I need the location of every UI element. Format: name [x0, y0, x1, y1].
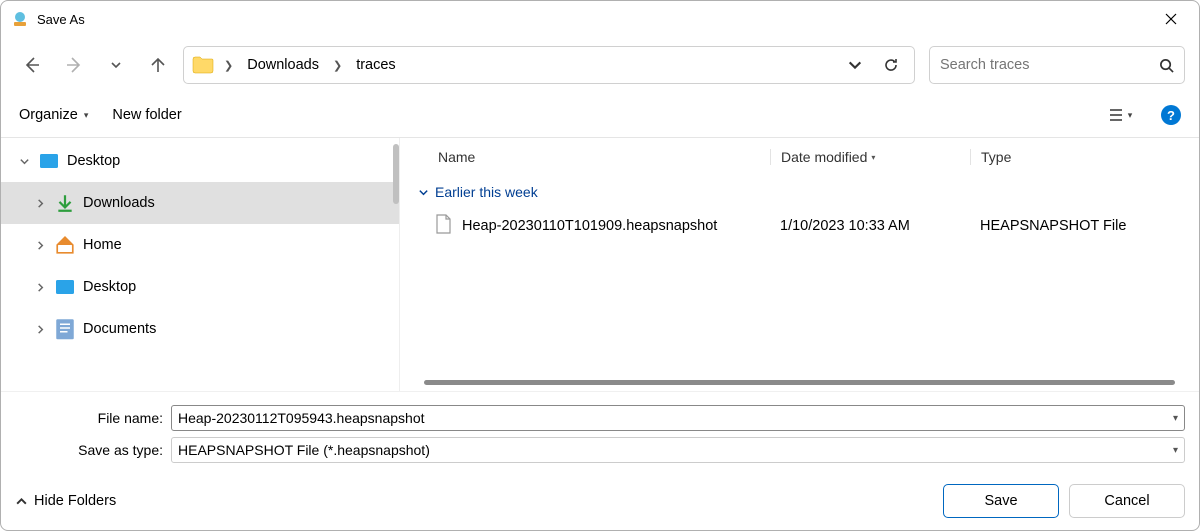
folder-tree: Desktop Downloads Home Desktop Documents: [1, 138, 399, 391]
window-title: Save As: [37, 12, 85, 27]
tree-item-home[interactable]: Home: [1, 224, 399, 266]
chevron-right-icon[interactable]: [33, 238, 47, 252]
new-folder-button[interactable]: New folder: [112, 107, 181, 123]
search-icon: [1159, 58, 1174, 73]
breadcrumb-traces[interactable]: traces: [352, 55, 400, 75]
new-folder-label: New folder: [112, 107, 181, 123]
view-options-button[interactable]: ▾: [1103, 100, 1137, 130]
desktop-icon: [55, 278, 75, 296]
file-name: Heap-20230110T101909.heapsnapshot: [462, 218, 717, 234]
chevron-down-icon: ▾: [84, 110, 89, 121]
column-type[interactable]: Type: [970, 149, 1199, 165]
folder-icon: [192, 56, 214, 74]
tree-label: Desktop: [83, 279, 136, 295]
search-input[interactable]: [940, 57, 1159, 73]
history-dropdown[interactable]: [99, 48, 133, 82]
tree-item-downloads[interactable]: Downloads: [1, 182, 399, 224]
file-list: Name Date modified▾ Type Earlier this we…: [399, 138, 1199, 391]
chevron-right-icon[interactable]: [33, 322, 47, 336]
save-as-type-label: Save as type:: [15, 442, 163, 458]
forward-button[interactable]: [57, 48, 91, 82]
close-button[interactable]: [1149, 4, 1193, 34]
tree-item-desktop[interactable]: Desktop: [1, 266, 399, 308]
tree-label: Documents: [83, 321, 156, 337]
up-button[interactable]: [141, 48, 175, 82]
file-type: HEAPSNAPSHOT File: [970, 218, 1199, 234]
app-icon: [11, 10, 29, 28]
chevron-right-icon[interactable]: [33, 196, 47, 210]
download-icon: [55, 194, 75, 212]
documents-icon: [55, 320, 75, 338]
column-date[interactable]: Date modified▾: [770, 149, 970, 165]
help-button[interactable]: ?: [1161, 105, 1181, 125]
chevron-right-icon[interactable]: [33, 280, 47, 294]
hide-folders-button[interactable]: Hide Folders: [15, 493, 116, 509]
nav-toolbar: ❯ Downloads ❯ traces: [1, 37, 1199, 93]
home-icon: [55, 236, 75, 254]
dialog-footer: Hide Folders Save Cancel: [1, 472, 1199, 530]
chevron-right-icon: ❯: [220, 59, 237, 72]
save-as-type-value: HEAPSNAPSHOT File (*.heapsnapshot): [178, 442, 1167, 458]
file-name-field[interactable]: ▾: [171, 405, 1185, 431]
file-name-label: File name:: [15, 410, 163, 426]
file-row[interactable]: Heap-20230110T101909.heapsnapshot 1/10/2…: [400, 208, 1199, 244]
tree-label: Desktop: [67, 153, 120, 169]
chevron-up-icon: [15, 495, 28, 508]
horizontal-scrollbar[interactable]: [424, 380, 1175, 385]
hide-folders-label: Hide Folders: [34, 493, 116, 509]
desktop-icon: [39, 152, 59, 170]
address-bar[interactable]: ❯ Downloads ❯ traces: [183, 46, 915, 84]
tree-item-desktop-root[interactable]: Desktop: [1, 140, 399, 182]
file-date: 1/10/2023 10:33 AM: [770, 218, 970, 234]
column-headers: Name Date modified▾ Type: [400, 138, 1199, 176]
organize-menu[interactable]: Organize ▾: [19, 107, 88, 123]
content-body: Desktop Downloads Home Desktop Documents: [1, 137, 1199, 391]
command-bar: Organize ▾ New folder ▾ ?: [1, 93, 1199, 137]
file-name-input[interactable]: [178, 410, 1167, 426]
filename-form: File name: ▾ Save as type: HEAPSNAPSHOT …: [1, 391, 1199, 472]
group-header[interactable]: Earlier this week: [400, 176, 1199, 208]
breadcrumb-downloads[interactable]: Downloads: [243, 55, 323, 75]
chevron-down-icon[interactable]: ▾: [1167, 413, 1178, 424]
group-label: Earlier this week: [435, 184, 538, 200]
chevron-down-icon: [418, 187, 429, 198]
refresh-button[interactable]: [876, 50, 906, 80]
tree-item-documents[interactable]: Documents: [1, 308, 399, 350]
address-history-dropdown[interactable]: [840, 50, 870, 80]
chevron-right-icon: ❯: [329, 59, 346, 72]
back-button[interactable]: [15, 48, 49, 82]
save-as-dialog: Save As ❯ Downloads ❯ traces: [0, 0, 1200, 531]
search-box[interactable]: [929, 46, 1185, 84]
save-button[interactable]: Save: [943, 484, 1059, 518]
chevron-down-icon[interactable]: [17, 154, 31, 168]
titlebar: Save As: [1, 1, 1199, 37]
chevron-down-icon[interactable]: ▾: [1167, 445, 1178, 456]
tree-label: Home: [83, 237, 122, 253]
file-icon: [434, 214, 452, 238]
column-name[interactable]: Name: [400, 149, 770, 165]
organize-label: Organize: [19, 107, 78, 123]
save-as-type-field[interactable]: HEAPSNAPSHOT File (*.heapsnapshot) ▾: [171, 437, 1185, 463]
sort-indicator-icon: ▾: [871, 153, 875, 162]
tree-label: Downloads: [83, 195, 155, 211]
cancel-button[interactable]: Cancel: [1069, 484, 1185, 518]
